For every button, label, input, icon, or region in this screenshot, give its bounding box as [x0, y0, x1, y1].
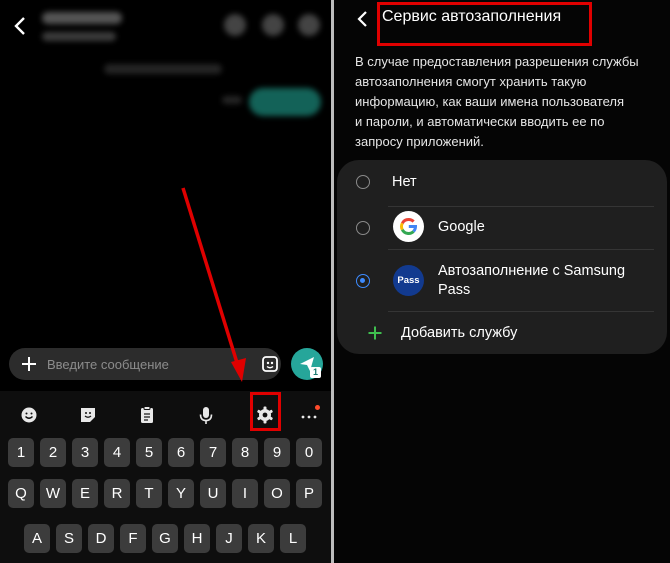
plus-icon [368, 326, 382, 340]
option-label-line: Pass [438, 282, 471, 298]
google-logo-icon [393, 211, 424, 242]
radio-samsung-pass[interactable] [356, 274, 370, 288]
option-label: Нет [392, 174, 417, 190]
title-highlight-frame [377, 2, 592, 46]
annotation-arrow [181, 187, 246, 382]
description: В случае предоставления разрешения служб… [355, 52, 655, 152]
option-label: Google [438, 219, 485, 235]
add-service-button[interactable]: Добавить службу [337, 312, 667, 354]
option-label: Автозаполнение с Samsung Pass [438, 262, 625, 300]
samsung-pass-logo-icon: Pass [393, 265, 424, 296]
option-none[interactable]: Нет [337, 160, 667, 206]
messages-screen: 1 1 2 3 4 5 6 [0, 0, 331, 563]
option-samsung-pass[interactable]: Pass Автозаполнение с Samsung Pass [337, 250, 667, 311]
description-line: автозаполнения смогут хранить такую [355, 74, 587, 89]
description-line: информацию, как ваши имена пользователя [355, 94, 625, 109]
radio-none[interactable] [356, 175, 370, 189]
description-line: и пароли, и автоматически вводить ее по [355, 114, 605, 129]
radio-google[interactable] [356, 221, 370, 235]
autofill-service-screen: Сервис автозаполнения В случае предостав… [334, 0, 670, 563]
description-line: В случае предоставления разрешения служб… [355, 54, 639, 69]
option-label-line: Автозаполнение с Samsung [438, 263, 626, 279]
option-google[interactable]: Google [337, 207, 667, 249]
back-arrow-icon[interactable] [355, 8, 371, 30]
add-service-label: Добавить службу [401, 325, 518, 341]
autofill-options-card: Нет Google Pass Автозаполнение с Samsung… [337, 160, 667, 354]
description-line: запросу приложений. [355, 134, 484, 149]
